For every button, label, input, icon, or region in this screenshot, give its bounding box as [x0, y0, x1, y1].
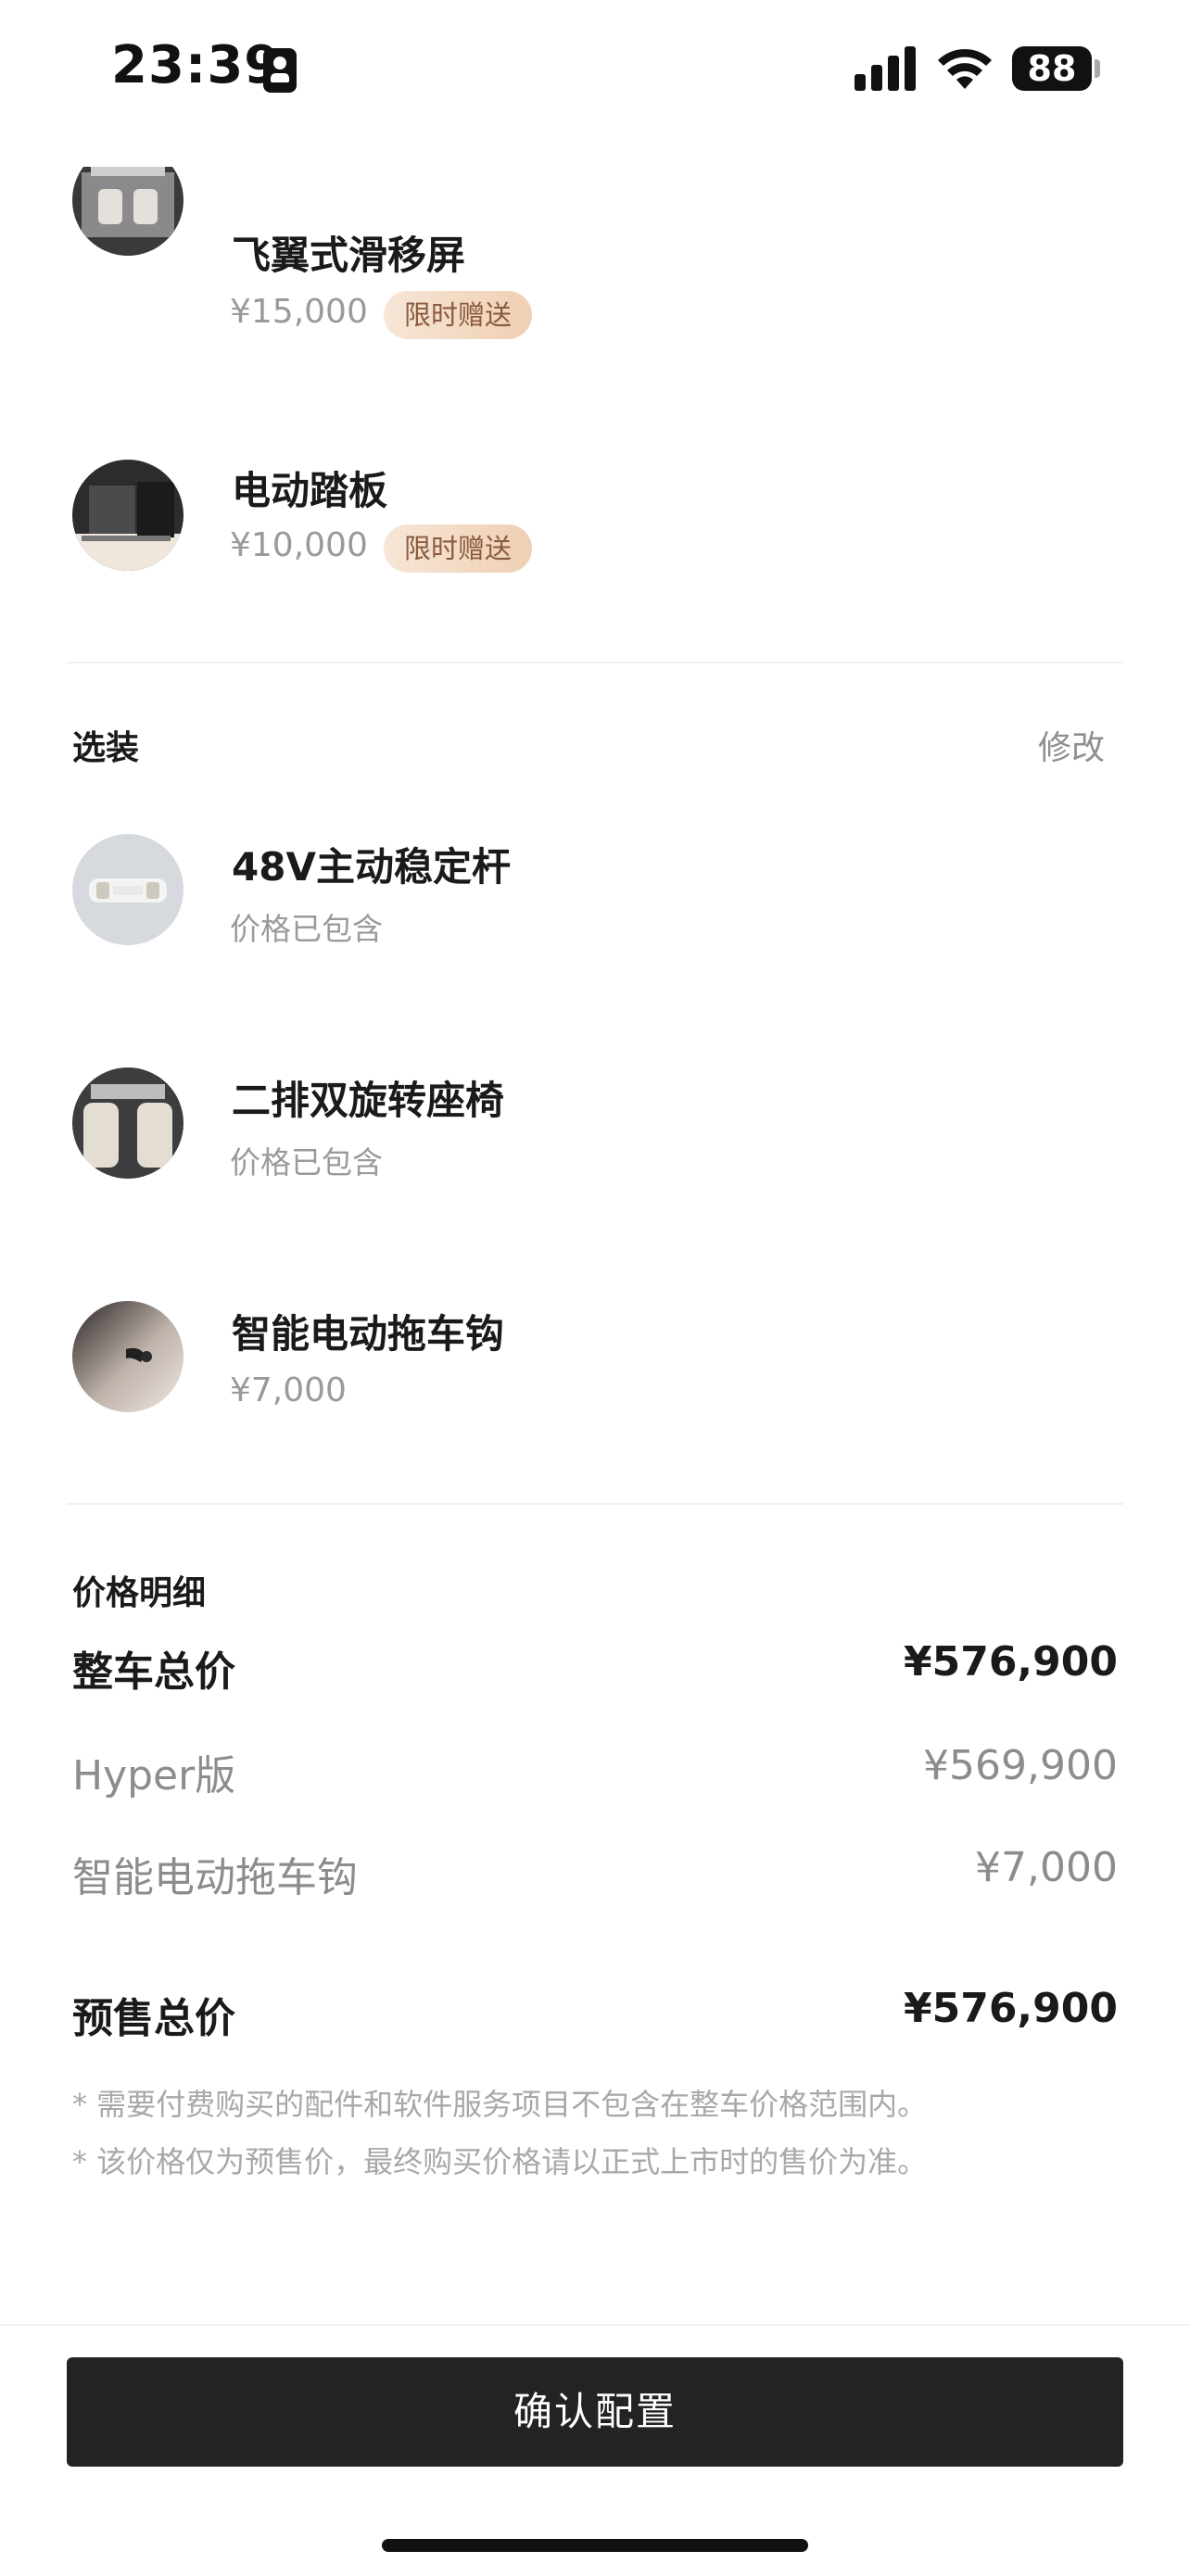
price-line-label: Hyper版 — [72, 1752, 236, 1799]
id-badge-icon — [263, 48, 297, 93]
confirm-configuration-button[interactable]: 确认配置 — [67, 2357, 1123, 2467]
options-section-title: 选装 — [72, 729, 140, 767]
battery-indicator: 88 — [1012, 46, 1092, 91]
option-2-title: 二排双旋转座椅 — [232, 1078, 505, 1123]
option-2-thumbnail — [72, 1067, 184, 1179]
presale-price-value: ¥576,900 — [903, 1985, 1118, 2032]
section-divider — [67, 662, 1123, 663]
total-price-value: ¥576,900 — [903, 1638, 1118, 1686]
cellular-signal-icon — [855, 46, 918, 91]
disclaimer-note: * 需要付费购买的配件和软件服务项目不包含在整车价格范围内。 — [72, 2087, 928, 2122]
option-3-price: ¥7,000 — [230, 1371, 347, 1409]
package-1-title: 飞翼式滑移屏 — [232, 233, 466, 278]
package-2-title: 电动踏板 — [232, 468, 388, 513]
package-1-thumbnail — [72, 167, 184, 256]
wifi-icon — [938, 48, 992, 89]
status-time: 23:39 — [111, 35, 282, 95]
price-line-value: ¥569,900 — [923, 1742, 1118, 1789]
option-3-title: 智能电动拖车钩 — [232, 1311, 505, 1357]
total-price-label: 整车总价 — [72, 1648, 235, 1696]
price-detail-title: 价格明细 — [72, 1574, 207, 1612]
home-indicator[interactable] — [382, 2539, 808, 2552]
presale-price-label: 预售总价 — [72, 1995, 235, 2042]
option-1-title: 48V主动稳定杆 — [232, 844, 511, 890]
gift-tag: 限时赠送 — [384, 524, 533, 573]
package-2-price: ¥10,000 — [230, 526, 368, 564]
disclaimer-note: * 该价格仅为预售价，最终购买价格请以正式上市时的售价为准。 — [72, 2144, 928, 2179]
option-1-thumbnail — [72, 834, 184, 945]
battery-tip — [1095, 59, 1100, 78]
gift-tag: 限时赠送 — [384, 291, 533, 339]
price-line-label: 智能电动拖车钩 — [72, 1854, 358, 1901]
package-1-price: ¥15,000 — [230, 293, 368, 331]
package-item-1-clip: 飞翼式滑移屏 — [0, 167, 1190, 324]
edit-options-link[interactable]: 修改 — [1038, 721, 1105, 769]
option-1-price: 价格已包含 — [230, 911, 383, 947]
price-line-value: ¥7,000 — [975, 1844, 1118, 1891]
section-divider — [67, 1503, 1123, 1505]
option-3-thumbnail — [72, 1301, 184, 1412]
package-2-thumbnail — [72, 460, 184, 571]
option-2-price: 价格已包含 — [230, 1144, 383, 1181]
